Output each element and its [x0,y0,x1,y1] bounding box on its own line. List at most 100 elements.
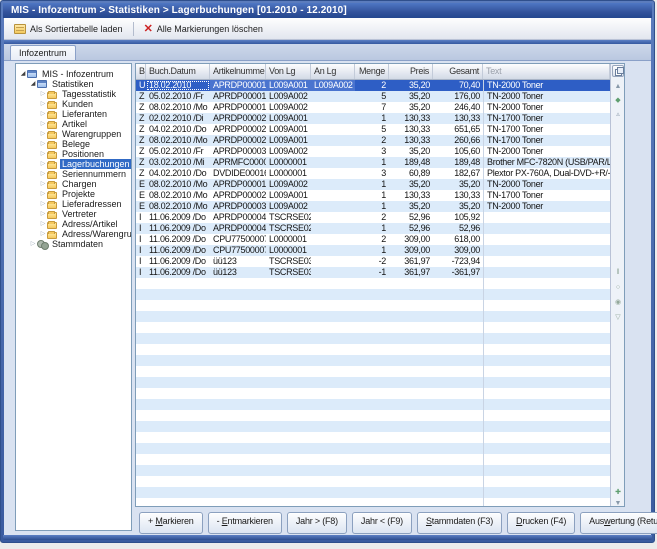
table-row[interactable]: I11.06.2009 /DoCPU77500007L00000012309,0… [136,234,610,245]
column-header-an[interactable]: An Lg [311,64,355,79]
table-row-empty[interactable] [136,355,610,366]
tree-item-lieferadressen[interactable]: ▷Lieferadressen [16,199,131,209]
add-marker-icon[interactable]: ✚ [611,488,625,498]
table-row[interactable]: E08.02.2010 /MoAPRDP00001L009A002135,203… [136,179,610,190]
expand-icon[interactable]: ▷ [39,179,47,189]
table-row[interactable]: Z05.02.2010 /FrAPRDP00003L009A002335,201… [136,146,610,157]
auswertung-return-button[interactable]: Auswertung (Return) [580,512,657,534]
table-row-empty[interactable] [136,487,610,498]
expand-icon[interactable]: ▷ [39,119,47,129]
expand-icon[interactable]: ▷ [39,149,47,159]
table-row[interactable]: E08.02.2010 /MoAPRDP00002L009A0011130,33… [136,190,610,201]
table-row-empty[interactable] [136,410,610,421]
tree-item-kunden[interactable]: ▷Kunden [16,99,131,109]
expand-icon[interactable]: ▷ [39,99,47,109]
entmarkieren-button[interactable]: - Entmarkieren [208,512,282,534]
scroll-up-icon[interactable]: ▵ [611,110,625,120]
expand-icon[interactable]: ▷ [39,129,47,139]
table-row[interactable]: Z04.02.2010 /DoDVDIDE00016L0000001360,89… [136,168,610,179]
bookmark-icon[interactable]: ◉ [611,298,625,308]
table-row[interactable]: Z08.02.2010 /MoAPRDP00001L009A002735,202… [136,102,610,113]
expand-icon[interactable]: ▷ [39,219,47,229]
tree-item-statistiken[interactable]: ◢Statistiken [16,79,131,89]
table-row-empty[interactable] [136,300,610,311]
collapse-icon[interactable]: ◢ [29,79,37,89]
column-header-preis[interactable]: Preis [389,64,433,79]
scroll-to-top-icon[interactable]: ▲ [611,82,625,92]
grid-side-strip[interactable]: ▲◆▵‖○◉▽✚▼ [610,64,624,506]
expand-icon[interactable]: ▷ [39,229,47,239]
table-row[interactable]: Z08.02.2010 /MoAPRDP00002L009A0012130,33… [136,135,610,146]
expand-icon[interactable]: ▷ [39,199,47,209]
expand-icon[interactable]: ▷ [39,169,47,179]
table-row-empty[interactable] [136,289,610,300]
table-row[interactable]: Z02.02.2010 /DiAPRDP00002L009A0011130,33… [136,113,610,124]
table-row[interactable]: I11.06.2009 /DoAPRDP00004TSCRSE02152,965… [136,223,610,234]
tree-item-lieferanten[interactable]: ▷Lieferanten [16,109,131,119]
table-row-empty[interactable] [136,366,610,377]
drucken-f4-button[interactable]: Drucken (F4) [507,512,575,534]
tree-item-projekte[interactable]: ▷Projekte [16,189,131,199]
expand-icon[interactable]: ▷ [39,109,47,119]
table-row-empty[interactable] [136,465,610,476]
tree-item-stammdaten[interactable]: ▷Stammdaten [16,239,131,249]
table-row-empty[interactable] [136,399,610,410]
tree-item-tagesstatistik[interactable]: ▷Tagesstatistik [16,89,131,99]
current-row-marker-icon[interactable]: ◆ [611,96,625,106]
expand-icon[interactable]: ▷ [39,159,47,169]
tree-item-artikel[interactable]: ▷Artikel [16,119,131,129]
table-row-empty[interactable] [136,476,610,487]
clear-marks-button[interactable]: ✕ Alle Markierungen löschen [138,22,269,36]
collapse-icon[interactable]: ◢ [19,69,27,79]
table-row-empty[interactable] [136,322,610,333]
tree-item-warengruppen[interactable]: ▷Warengruppen [16,129,131,139]
column-header-gesamt[interactable]: Gesamt [433,64,483,79]
tree-item-vertreter[interactable]: ▷Vertreter [16,209,131,219]
table-row[interactable]: I11.06.2009 /Doüü123TSCRSE03-2361,97-723… [136,256,610,267]
jahr-f8-button[interactable]: Jahr > (F8) [287,512,347,534]
table-row[interactable]: U18.02.2010APRDP00001L009A001L009A002235… [136,80,610,91]
jahr-f9-button[interactable]: Jahr < (F9) [352,512,412,534]
table-row-empty[interactable] [136,344,610,355]
table-row-empty[interactable] [136,333,610,344]
column-header-text[interactable]: Text [483,64,610,79]
table-row-empty[interactable] [136,311,610,322]
table-row[interactable]: Z03.02.2010 /MiAPRMFC00001L00000011189,4… [136,157,610,168]
table-row[interactable]: I11.06.2009 /Doüü123TSCRSE03-1361,97-361… [136,267,610,278]
tree-item-positionen[interactable]: ▷Positionen [16,149,131,159]
stammdaten-f3-button[interactable]: Stammdaten (F3) [417,512,502,534]
table-row[interactable]: I11.06.2009 /DoCPU77500007L00000011309,0… [136,245,610,256]
column-header-von[interactable]: Von Lg [266,64,311,79]
table-row[interactable]: E08.02.2010 /MoAPRDP00003L009A002135,203… [136,201,610,212]
pause-icon[interactable]: ‖ [611,268,625,278]
scroll-to-bottom-icon[interactable]: ▼ [611,499,625,507]
table-row-empty[interactable] [136,278,610,289]
column-chooser-icon[interactable] [612,65,624,77]
column-header-artikel[interactable]: Artikelnummer [210,64,266,79]
table-row-empty[interactable] [136,454,610,465]
tree-item-adress-artikel[interactable]: ▷Adress/Artikel [16,219,131,229]
table-row-empty[interactable] [136,377,610,388]
tree-item-adress-warengruppen[interactable]: ▷Adress/Warengruppen [16,229,131,239]
search-icon[interactable]: ○ [611,283,625,293]
expand-icon[interactable]: ▷ [39,189,47,199]
table-row-empty[interactable] [136,421,610,432]
tab-infozentrum[interactable]: Infozentrum [10,45,76,60]
tree-item-lagerbuchungen[interactable]: ▷Lagerbuchungen [16,159,131,169]
tree-item-seriennummern[interactable]: ▷Seriennummern [16,169,131,179]
markieren-button[interactable]: + Markieren [139,512,203,534]
expand-icon[interactable]: ▷ [29,239,37,249]
table-row[interactable]: I11.06.2009 /DoAPRDP00004TSCRSE02252,961… [136,212,610,223]
table-row-empty[interactable] [136,443,610,454]
table-row[interactable]: Z05.02.2010 /FrAPRDP00001L009A002535,201… [136,91,610,102]
tree-item-mis-infozentrum[interactable]: ◢MIS - Infozentrum [16,69,131,79]
tree-item-belege[interactable]: ▷Belege [16,139,131,149]
table-row[interactable]: Z04.02.2010 /DoAPRDP00002L009A0015130,33… [136,124,610,135]
expand-icon[interactable]: ▷ [39,139,47,149]
column-header-date[interactable]: Buch.Datum [146,64,210,79]
load-sort-table-button[interactable]: Als Sortiertabelle laden [8,22,129,36]
table-row-empty[interactable] [136,432,610,443]
table-row-empty[interactable] [136,388,610,399]
expand-icon[interactable]: ▷ [39,209,47,219]
expand-icon[interactable]: ▷ [39,89,47,99]
